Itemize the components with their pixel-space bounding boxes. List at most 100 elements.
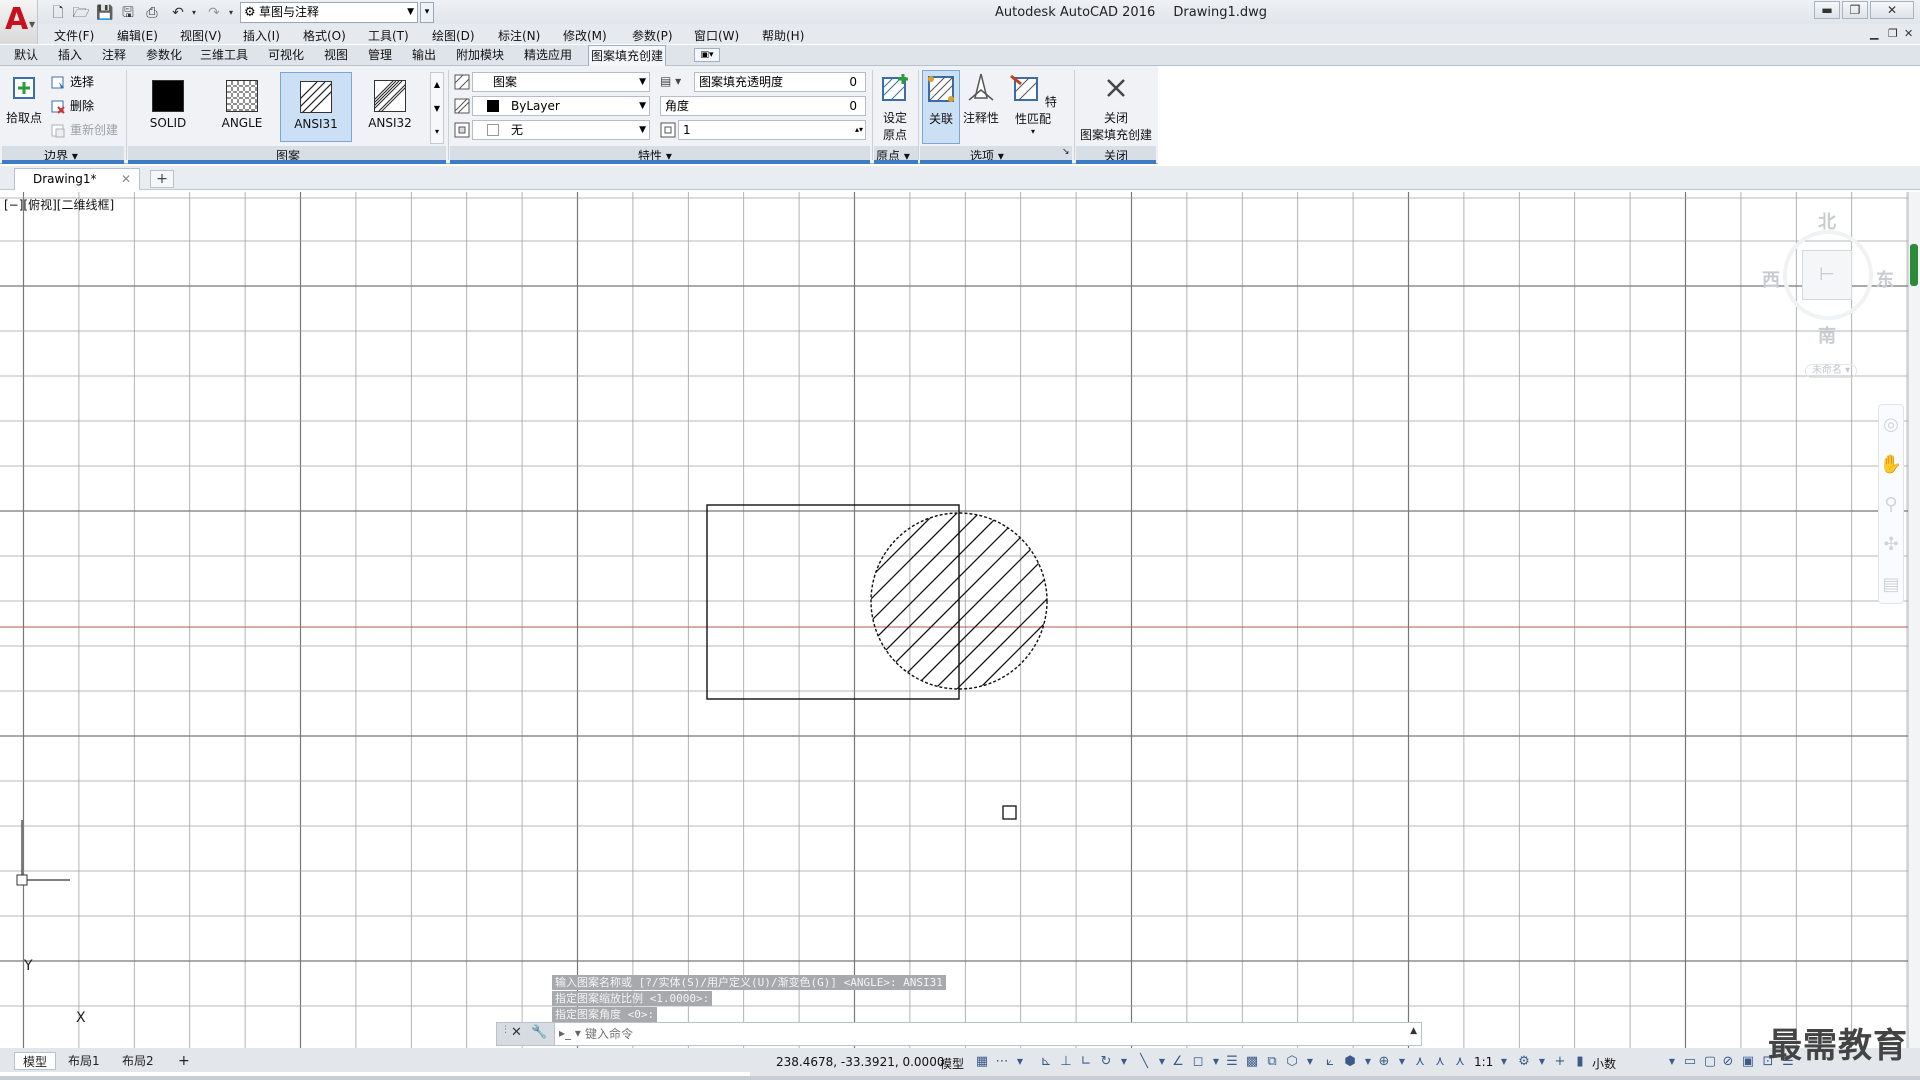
command-history-toggle-icon[interactable]: ▲ xyxy=(1410,1026,1417,1036)
tab-manage[interactable]: 管理 xyxy=(366,45,394,66)
wcs-menu[interactable]: 未命名 ▾ xyxy=(1805,364,1857,378)
tab-layout2[interactable]: 布局2 xyxy=(114,1052,162,1070)
menu-parametric[interactable]: 参数(P) xyxy=(632,27,673,44)
spinner-icon[interactable]: ▴▾ xyxy=(855,121,863,139)
scrollbar-thumb[interactable] xyxy=(1910,244,1918,286)
menu-help[interactable]: 帮助(H) xyxy=(762,27,804,44)
lock-ui-icon[interactable]: ▢ xyxy=(1702,1054,1718,1070)
restore-button[interactable]: ❐ xyxy=(1842,1,1868,19)
hatch-color-select[interactable]: ByLayer ▼ xyxy=(472,96,650,116)
auto-scale-icon[interactable]: ⋏ xyxy=(1432,1054,1448,1070)
save-as-icon[interactable]: 🖫 xyxy=(118,3,138,23)
tab-parametric[interactable]: 参数化 xyxy=(144,45,184,66)
tab-featured-apps[interactable]: 精选应用 xyxy=(522,45,574,66)
chevron-down-icon[interactable]: ▼ xyxy=(1496,1054,1512,1070)
viewport-controls[interactable]: [−][俯视][二维线框] xyxy=(4,196,114,213)
snap-mode-icon[interactable]: ⋯ xyxy=(994,1054,1010,1070)
pan-icon[interactable]: ✋ xyxy=(1879,445,1903,485)
annotation-scale-icon[interactable]: ⋏ xyxy=(1452,1054,1468,1070)
hatch-type-select[interactable]: 图案 ▼ xyxy=(472,72,650,92)
new-drawing-tab-button[interactable]: + xyxy=(150,170,174,188)
options-dialog-launcher-icon[interactable]: ↘ xyxy=(1062,147,1070,157)
tab-3d-tools[interactable]: 三维工具 xyxy=(198,45,250,66)
close-window-button[interactable]: ✕ xyxy=(1870,1,1914,19)
tab-layout1[interactable]: 布局1 xyxy=(60,1052,108,1070)
menu-modify[interactable]: 修改(M) xyxy=(563,27,607,44)
new-file-icon[interactable]: 🗋 xyxy=(48,3,68,23)
new-layout-button[interactable]: + xyxy=(170,1052,198,1070)
chevron-down-icon[interactable]: ▾ xyxy=(1006,127,1060,136)
menu-tools[interactable]: 工具(T) xyxy=(368,27,409,44)
compass-west[interactable]: 西 xyxy=(1762,266,1780,292)
open-file-icon[interactable]: 🗁 xyxy=(71,3,91,23)
compass-east[interactable]: 东 xyxy=(1876,266,1894,292)
chevron-down-icon[interactable]: ▼ xyxy=(1012,1054,1028,1070)
rectangle-boundary[interactable] xyxy=(706,504,960,700)
set-origin-button[interactable]: 设定 原点 xyxy=(876,72,914,143)
annotative-button[interactable]: 注释性 xyxy=(962,72,1000,126)
quick-properties-icon[interactable]: ▭ xyxy=(1682,1054,1698,1070)
drawing-canvas[interactable]: [−][俯视][二维线框] xyxy=(0,192,1908,1048)
selection-cycling-icon[interactable]: ⧉ xyxy=(1264,1054,1280,1070)
doc-close-icon[interactable]: ✕ xyxy=(1904,27,1913,40)
menu-window[interactable]: 窗口(W) xyxy=(694,27,739,44)
menu-dimension[interactable]: 标注(N) xyxy=(498,27,540,44)
tab-addins[interactable]: 附加模块 xyxy=(454,45,506,66)
vertical-scrollbar[interactable] xyxy=(1908,192,1920,1048)
undo-dropdown-icon[interactable]: ▾ xyxy=(184,3,204,23)
polar-tracking-icon[interactable]: ↻ xyxy=(1098,1054,1114,1070)
ortho-mode-icon[interactable]: ∟ xyxy=(1078,1054,1094,1070)
tab-model[interactable]: 模型 xyxy=(14,1052,57,1070)
gallery-expand-icon[interactable]: ▾ xyxy=(431,121,443,143)
workspace-select[interactable]: ⚙ 草图与注释 ▼ xyxy=(240,2,418,23)
chevron-down-icon[interactable]: ▼ xyxy=(1116,1054,1132,1070)
hardware-acceleration-icon[interactable]: ▣ xyxy=(1740,1054,1756,1070)
doc-restore-icon[interactable]: ❐ xyxy=(1888,27,1898,40)
viewcube-top-face[interactable]: ⊢ xyxy=(1802,250,1852,300)
transparency-icon[interactable]: ▩ xyxy=(1244,1054,1260,1070)
application-menu-button[interactable]: A ▼ xyxy=(0,0,38,44)
annotation-scale-value[interactable]: 1:1 xyxy=(1474,1055,1493,1069)
chevron-down-icon[interactable]: ▼ xyxy=(1394,1054,1410,1070)
units-icon[interactable]: ▮ xyxy=(1572,1054,1588,1070)
isolate-objects-icon[interactable]: ⊘ xyxy=(1720,1054,1736,1070)
lineweight-icon[interactable]: ☰ xyxy=(1224,1054,1240,1070)
tab-output[interactable]: 输出 xyxy=(410,45,438,66)
pattern-ansi31[interactable]: ANSI31 xyxy=(280,72,352,142)
recreate-boundary-button[interactable]: 重新创建 xyxy=(50,120,118,140)
save-icon[interactable]: 💾 xyxy=(95,3,115,23)
redo-dropdown-icon[interactable]: ▾ xyxy=(221,3,241,23)
associative-toggle[interactable]: 关联 xyxy=(922,70,960,144)
pick-points-button[interactable]: 拾取点 xyxy=(4,72,44,126)
select-objects-button[interactable]: 选择 xyxy=(50,72,94,92)
zoom-icon[interactable]: ⚲ xyxy=(1879,485,1903,525)
qat-customize-button[interactable]: ▾ xyxy=(420,2,434,23)
transparency-type-button[interactable]: ▤ ▾ xyxy=(660,74,688,88)
wrench-icon[interactable]: 🔧 xyxy=(531,1025,547,1040)
isodraft-icon[interactable]: ╲ xyxy=(1136,1054,1152,1070)
close-icon[interactable]: ✕ xyxy=(121,169,131,189)
command-input[interactable] xyxy=(557,1023,1397,1045)
compass-north[interactable]: 北 xyxy=(1818,208,1836,234)
chevron-down-icon[interactable]: ▼ xyxy=(1360,1054,1376,1070)
doc-minimize-icon[interactable]: ▁ xyxy=(1870,27,1878,40)
grip-icon[interactable]: ⋮ xyxy=(501,1025,510,1035)
background-color-select[interactable]: 无 ▼ xyxy=(472,120,650,140)
close-hatch-creation-button[interactable]: 关闭 图案填充创建 xyxy=(1078,72,1154,143)
model-space-toggle[interactable]: 模型 xyxy=(940,1055,964,1072)
object-snap-tracking-icon[interactable]: ∠ xyxy=(1170,1054,1186,1070)
showmotion-icon[interactable]: ▤ xyxy=(1879,565,1903,605)
units-value[interactable]: 小数 xyxy=(1592,1055,1616,1072)
tab-insert[interactable]: 插入 xyxy=(56,45,84,66)
selection-filter-icon[interactable]: ⬢ xyxy=(1342,1054,1358,1070)
scroll-down-icon[interactable]: ▼ xyxy=(431,97,443,121)
pattern-ansi32[interactable]: ANSI32 xyxy=(354,72,426,142)
pattern-solid[interactable]: SOLID xyxy=(132,72,204,142)
transparency-field[interactable]: 图案填充透明度 0 xyxy=(694,72,866,92)
remove-boundary-button[interactable]: 删除 xyxy=(50,96,94,116)
orbit-icon[interactable]: ✣ xyxy=(1879,525,1903,565)
ribbon-minimize-button[interactable]: ▣▾ xyxy=(694,48,720,62)
print-icon[interactable]: ⎙ xyxy=(142,3,162,23)
pattern-angle[interactable]: ANGLE xyxy=(206,72,278,142)
menu-format[interactable]: 格式(O) xyxy=(303,27,346,44)
